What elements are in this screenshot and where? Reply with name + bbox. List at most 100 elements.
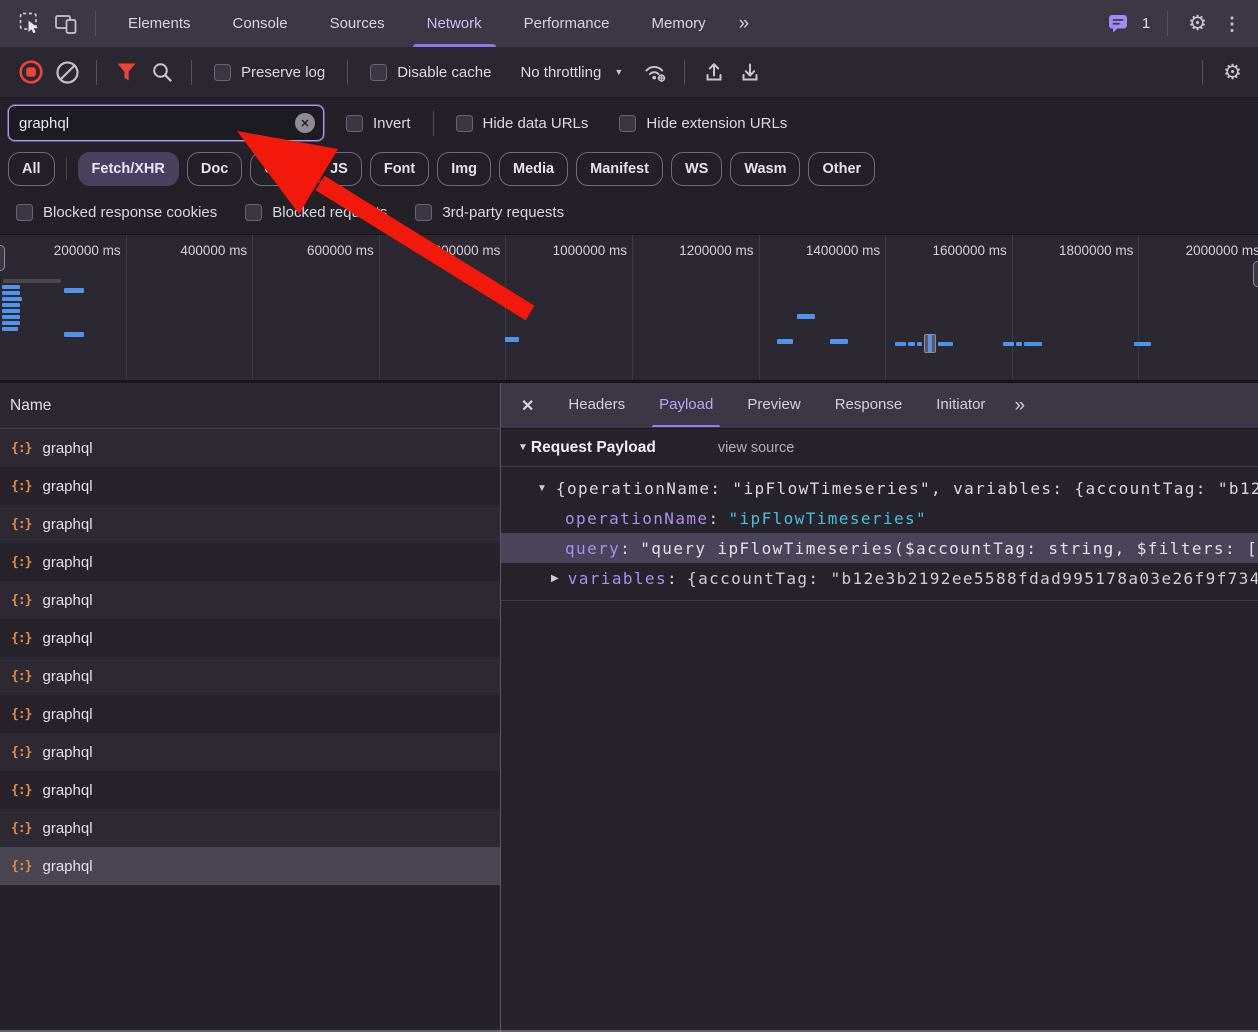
chip-wasm[interactable]: Wasm [730, 152, 800, 186]
chip-ws[interactable]: WS [671, 152, 722, 186]
chip-manifest[interactable]: Manifest [576, 152, 663, 186]
table-row[interactable]: {:}graphql [0, 695, 500, 733]
hide-extension-urls-checkbox[interactable] [619, 115, 636, 132]
divider [1167, 11, 1168, 36]
disable-cache-toggle[interactable]: Disable cache [370, 64, 491, 81]
chip-doc[interactable]: Doc [187, 152, 242, 186]
tree-expand-icon[interactable]: ▶ [551, 573, 559, 584]
3rd-party-requests-checkbox[interactable] [415, 204, 432, 221]
chip-img[interactable]: Img [437, 152, 491, 186]
payload-value: "query ipFlowTimeseries($accountTag: str… [640, 539, 1258, 558]
device-toolbar-icon[interactable] [53, 11, 79, 37]
overview-right-handle[interactable] [1253, 261, 1258, 287]
chip-other[interactable]: Other [808, 152, 875, 186]
table-row[interactable]: {:}graphql [0, 809, 500, 847]
overview-left-handle[interactable] [0, 245, 5, 271]
blocked-response-cookies-checkbox[interactable] [16, 204, 33, 221]
hide-data-urls-checkbox[interactable] [456, 115, 473, 132]
record-network-log-icon[interactable] [18, 59, 44, 85]
table-row[interactable]: {:}graphql [0, 619, 500, 657]
tab-elements[interactable]: Elements [107, 0, 212, 47]
issues-message-icon[interactable] [1105, 11, 1131, 37]
tab-performance[interactable]: Performance [503, 0, 631, 47]
preserve-log-checkbox[interactable] [214, 64, 231, 81]
clear-filter-icon[interactable]: ✕ [295, 113, 315, 133]
request-name: graphql [42, 744, 92, 761]
export-har-icon[interactable] [737, 59, 763, 85]
filter-funnel-icon[interactable] [113, 59, 139, 85]
chip-media[interactable]: Media [499, 152, 568, 186]
resource-type-filter-row: All Fetch/XHRDocCSSJSFontImgMediaManifes… [0, 148, 1258, 190]
table-row[interactable]: {:}graphql [0, 771, 500, 809]
inspect-element-icon[interactable] [17, 11, 43, 37]
3rd-party-requests-toggle[interactable]: 3rd-party requests [415, 204, 564, 221]
tab-sources[interactable]: Sources [309, 0, 406, 47]
close-details-icon[interactable]: ✕ [521, 396, 534, 416]
view-source-link[interactable]: view source [718, 440, 795, 456]
chip-js[interactable]: JS [316, 152, 362, 186]
table-row[interactable]: {:}graphql [0, 733, 500, 771]
network-toolbar: Preserve log Disable cache No throttling… [0, 47, 1258, 98]
invert-toggle[interactable]: Invert [346, 115, 411, 132]
settings-gear-icon[interactable]: ⚙ [1188, 13, 1207, 34]
table-row[interactable]: {:}graphql [0, 505, 500, 543]
detail-tab-headers[interactable]: Headers [551, 382, 642, 427]
request-timing-bar [938, 342, 953, 346]
checkbox-label: 3rd-party requests [442, 204, 564, 221]
detail-tab-response[interactable]: Response [818, 382, 920, 427]
tab-memory[interactable]: Memory [631, 0, 727, 47]
table-row[interactable]: {:}graphql [0, 429, 500, 467]
request-payload-section-header[interactable]: ▼ Request Payload view source [501, 429, 1258, 467]
network-filter-input[interactable]: graphql ✕ [8, 105, 324, 141]
table-row[interactable]: {:}graphql [0, 467, 500, 505]
payload-property-row[interactable]: ▶variables:{accountTag: "b12e3b2192ee558… [501, 563, 1258, 593]
payload-property-row[interactable]: query:"query ipFlowTimeseries($accountTa… [501, 533, 1258, 563]
clear-network-log-icon[interactable] [54, 59, 80, 85]
network-conditions-icon[interactable] [642, 59, 668, 85]
blocked-requests-checkbox[interactable] [245, 204, 262, 221]
throttling-dropdown[interactable]: No throttling ▼ [520, 64, 623, 81]
issues-count: 1 [1142, 15, 1150, 32]
table-row[interactable]: {:}graphql [0, 847, 500, 885]
chip-css[interactable]: CSS [250, 152, 308, 186]
chip-all[interactable]: All [8, 152, 55, 186]
more-panels-chevron-icon[interactable]: » [739, 13, 749, 35]
chip-font[interactable]: Font [370, 152, 429, 186]
payload-property-row[interactable]: operationName:"ipFlowTimeseries" [501, 503, 1258, 533]
search-icon[interactable] [149, 59, 175, 85]
more-detail-tabs-chevron-icon[interactable]: » [1014, 395, 1024, 417]
import-har-icon[interactable] [701, 59, 727, 85]
preserve-log-toggle[interactable]: Preserve log [214, 64, 325, 81]
detail-tab-initiator[interactable]: Initiator [919, 382, 1002, 427]
tab-console[interactable]: Console [212, 0, 309, 47]
network-overview-timeline[interactable]: 200000 ms400000 ms600000 ms800000 ms1000… [0, 234, 1258, 383]
divider [95, 11, 96, 36]
details-tab-bar: ✕ HeadersPayloadPreviewResponseInitiator… [501, 383, 1258, 429]
table-row[interactable]: {:}graphql [0, 581, 500, 619]
divider [191, 60, 192, 85]
request-name: graphql [42, 706, 92, 723]
hide-extension-urls-toggle[interactable]: Hide extension URLs [619, 115, 787, 132]
disable-cache-checkbox[interactable] [370, 64, 387, 81]
chip-fetch-xhr[interactable]: Fetch/XHR [78, 152, 179, 186]
detail-tab-payload[interactable]: Payload [642, 382, 730, 427]
details-tabs: HeadersPayloadPreviewResponseInitiator [551, 382, 1002, 429]
resource-chips: Fetch/XHRDocCSSJSFontImgMediaManifestWSW… [78, 152, 876, 186]
detail-tab-preview[interactable]: Preview [730, 382, 817, 427]
kebab-menu-icon[interactable]: ⋮ [1223, 15, 1241, 33]
table-row[interactable]: {:}graphql [0, 657, 500, 695]
payload-summary-row[interactable]: ▼ {operationName: "ipFlowTimeseries", va… [501, 473, 1258, 503]
name-column-header[interactable]: Name [0, 383, 500, 429]
divider [96, 60, 97, 85]
table-row[interactable]: {:}graphql [0, 543, 500, 581]
blocked-requests-toggle[interactable]: Blocked requests [245, 204, 387, 221]
payload-key: variables [568, 569, 667, 588]
hide-data-urls-toggle[interactable]: Hide data URLs [456, 115, 589, 132]
throttling-value: No throttling [520, 64, 601, 81]
section-collapse-icon[interactable]: ▼ [518, 442, 528, 453]
tab-network[interactable]: Network [406, 0, 503, 47]
invert-checkbox[interactable] [346, 115, 363, 132]
tree-expand-icon[interactable]: ▼ [537, 483, 547, 494]
blocked-response-cookies-toggle[interactable]: Blocked response cookies [16, 204, 217, 221]
network-settings-gear-icon[interactable]: ⚙ [1223, 62, 1242, 83]
